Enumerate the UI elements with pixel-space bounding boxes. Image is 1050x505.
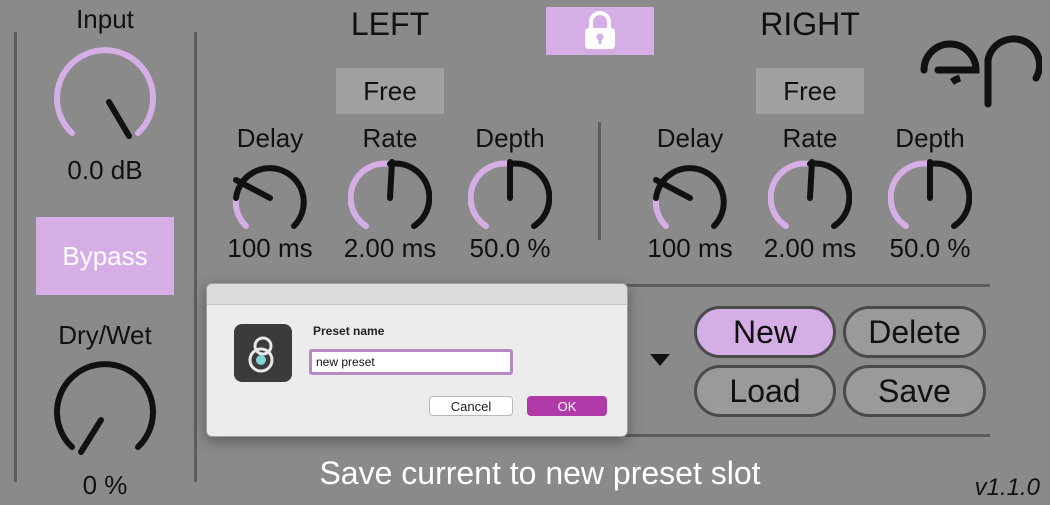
- input-value: 0.0 dB: [67, 155, 143, 185]
- right-rate-value: 2.00 ms: [763, 233, 857, 263]
- right-delay-value: 100 ms: [647, 233, 733, 263]
- delete-preset-button[interactable]: Delete: [843, 306, 986, 358]
- left-delay-label: Delay: [236, 123, 304, 153]
- dialog-cancel-button[interactable]: Cancel: [429, 396, 513, 416]
- status-text: Save current to new preset slot: [319, 455, 761, 491]
- link-lock-button[interactable]: [546, 7, 654, 55]
- lock-icon: [585, 11, 615, 49]
- right-rate-knob[interactable]: [768, 158, 852, 238]
- divider-bottom-preset: [620, 434, 990, 437]
- drywet-value: 0 %: [82, 470, 128, 500]
- dialog-title-bar[interactable]: [207, 284, 627, 305]
- left-depth-label: Depth: [475, 123, 545, 153]
- left-mode-button[interactable]: Free: [336, 68, 444, 114]
- left-rate-value: 2.00 ms: [343, 233, 437, 263]
- right-depth-knob[interactable]: [888, 158, 972, 238]
- input-label: Input: [76, 4, 134, 34]
- drywet-knob[interactable]: [45, 356, 165, 464]
- brand-logo: [920, 35, 1042, 108]
- left-rate-label: Rate: [362, 123, 418, 153]
- version-label: v1.1.0: [974, 474, 1040, 501]
- right-delay-knob[interactable]: [648, 158, 732, 238]
- right-title: RIGHT: [760, 6, 860, 42]
- divider-center: [598, 122, 601, 240]
- save-preset-button[interactable]: Save: [843, 365, 986, 417]
- left-rate-knob[interactable]: [348, 158, 432, 238]
- right-depth-label: Depth: [895, 123, 965, 153]
- app-icon: [234, 324, 292, 382]
- bypass-button[interactable]: Bypass: [36, 217, 174, 295]
- left-depth-knob[interactable]: [468, 158, 552, 238]
- input-knob[interactable]: [45, 42, 165, 150]
- left-delay-knob[interactable]: [228, 158, 312, 238]
- right-delay-label: Delay: [656, 123, 724, 153]
- right-depth-value: 50.0 %: [889, 233, 971, 263]
- preset-name-dialog: Preset name Cancel OK: [206, 283, 628, 437]
- left-title: LEFT: [350, 6, 430, 42]
- preset-name-input[interactable]: [309, 349, 513, 375]
- right-mode-button[interactable]: Free: [756, 68, 864, 114]
- divider-left-2: [194, 32, 197, 482]
- dialog-field-label: Preset name: [313, 324, 385, 338]
- preset-dropdown-arrow-icon[interactable]: [648, 352, 672, 368]
- left-depth-value: 50.0 %: [469, 233, 551, 263]
- divider-top-preset: [620, 284, 990, 287]
- new-preset-button[interactable]: New: [694, 306, 836, 358]
- drywet-label: Dry/Wet: [58, 320, 152, 350]
- divider-left-1: [14, 32, 17, 482]
- load-preset-button[interactable]: Load: [694, 365, 836, 417]
- left-delay-value: 100 ms: [227, 233, 313, 263]
- dialog-ok-button[interactable]: OK: [527, 396, 607, 416]
- right-rate-label: Rate: [782, 123, 838, 153]
